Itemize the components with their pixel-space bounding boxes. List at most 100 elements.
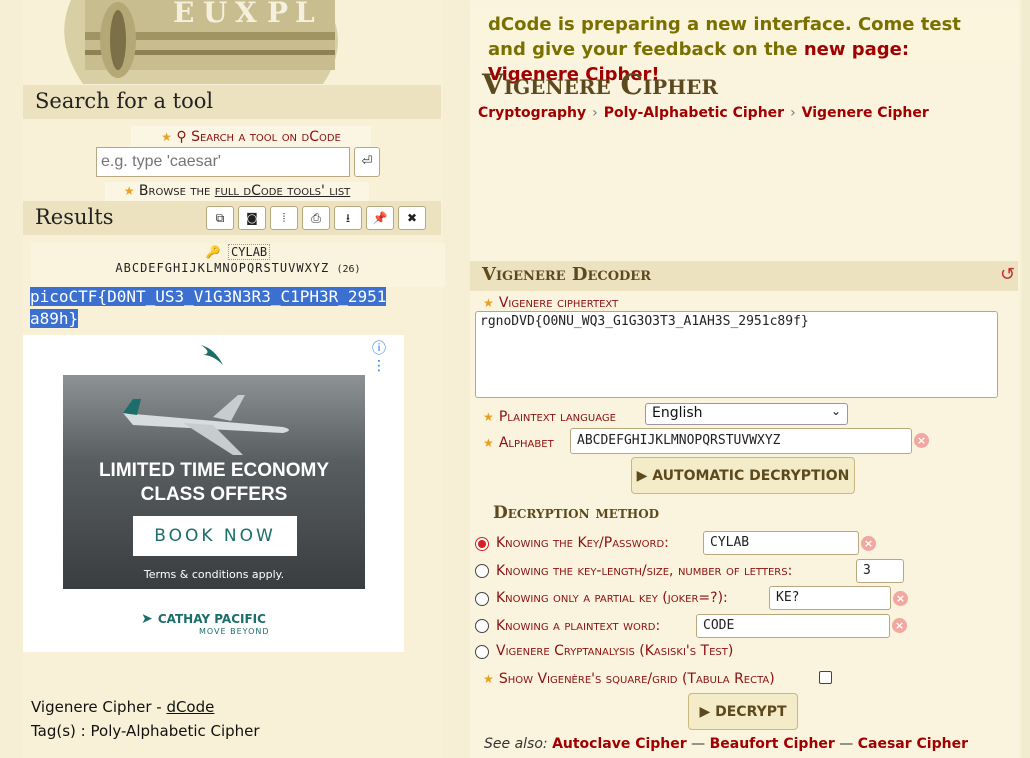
see-also-link[interactable]: Beaufort Cipher bbox=[710, 736, 835, 752]
page-scrollbar[interactable] bbox=[1022, 0, 1030, 758]
partial-key-input[interactable]: KE? bbox=[769, 586, 891, 610]
search-tool-label: Search a tool on dCode bbox=[191, 129, 341, 145]
download-button[interactable]: ⭳ bbox=[334, 206, 362, 230]
radio-cryptanalysis[interactable] bbox=[475, 645, 489, 659]
browse-list-link[interactable]: full dCode tools' list bbox=[215, 183, 351, 199]
show-grid-row: ★ Show Vigenère's square/grid (Tabula Re… bbox=[483, 668, 775, 687]
search-enter-button[interactable]: ⏎ bbox=[354, 147, 380, 177]
star-icon: ★ bbox=[483, 296, 494, 310]
option-cryptanalysis-label: Vigenere Cryptanalysis (Kasiski's Test) bbox=[496, 643, 734, 659]
chevron-down-icon: ⌄ bbox=[830, 404, 841, 418]
columns-button[interactable]: ⦙ bbox=[270, 206, 298, 230]
advertisement[interactable]: ⓘ ⋮ LIMITED TIME ECONOMY CLASS OFFERS BO… bbox=[23, 335, 404, 652]
radio-plaintext-word[interactable] bbox=[475, 619, 489, 633]
search-tool-link[interactable]: ★ ⚲ Search a tool on dCode bbox=[131, 126, 371, 148]
page-title: Vigenere Cipher bbox=[482, 68, 718, 101]
chevron-right-icon: › bbox=[790, 105, 796, 121]
language-select[interactable]: English ⌄ bbox=[645, 403, 848, 425]
language-value: English bbox=[652, 405, 703, 421]
ad-headline-1: LIMITED TIME ECONOMY bbox=[98, 460, 330, 481]
airline-logo-icon bbox=[201, 345, 223, 365]
browse-tools-link[interactable]: ★ Browse the full dCode tools' list bbox=[105, 182, 369, 201]
breadcrumb-item[interactable]: Poly-Alphabetic Cipher bbox=[604, 105, 784, 121]
result-alphabet: ABCDEFGHIJKLMNOPQRSTUVWXYZ bbox=[115, 261, 330, 275]
reset-icon[interactable]: ↺ bbox=[1000, 264, 1015, 285]
print-button[interactable]: ⎙ bbox=[302, 206, 330, 230]
clear-key-icon[interactable]: × bbox=[861, 536, 876, 551]
breadcrumb-item[interactable]: Vigenere Cipher bbox=[802, 105, 929, 121]
clear-partial-key-icon[interactable]: × bbox=[893, 591, 908, 606]
star-icon: ★ bbox=[483, 672, 494, 686]
option-partial-key-label: Knowing only a partial key (joker=?): bbox=[496, 590, 728, 606]
ad-brand-name: CATHAY PACIFIC bbox=[157, 612, 266, 626]
language-label-row: ★ Plaintext language bbox=[483, 406, 616, 425]
ciphertext-textarea[interactable]: rgnoDVD{O0NU_WQ3_G1G3O3T3_A1AH3S_2951c89… bbox=[475, 311, 998, 398]
ad-brand: ➤ CATHAY PACIFIC MOVE BEYOND bbox=[141, 608, 301, 636]
ad-photo: LIMITED TIME ECONOMY CLASS OFFERS BOOK N… bbox=[63, 375, 365, 589]
clear-plaintext-word-icon[interactable]: × bbox=[892, 618, 907, 633]
radio-known-key[interactable] bbox=[475, 537, 489, 551]
option-key-length-label: Knowing the key-length/size, number of l… bbox=[496, 563, 793, 579]
search-heading: Search for a tool bbox=[23, 85, 441, 119]
browse-prefix: Browse the bbox=[138, 183, 211, 199]
star-icon: ★ bbox=[161, 130, 172, 144]
decryption-method-heading: Decryption method bbox=[493, 503, 660, 523]
language-label: Plaintext language bbox=[498, 409, 616, 425]
radio-partial-key[interactable] bbox=[475, 592, 489, 606]
result-alphabet-count: (26) bbox=[336, 264, 361, 275]
footer-title: Vigenere Cipher - bbox=[31, 698, 167, 716]
left-column: EUXPL Search for a tool ★ ⚲ Search a too… bbox=[23, 0, 445, 758]
see-also-link[interactable]: Autoclave Cipher bbox=[552, 736, 687, 752]
brand-logo-icon: ➤ bbox=[141, 611, 153, 627]
result-key-box: 🔑 CYLAB ABCDEFGHIJKLMNOPQRSTUVWXYZ (26) bbox=[31, 243, 445, 287]
footer-tags: Tag(s) : Poly-Alphabetic Cipher bbox=[31, 722, 260, 740]
result-key: CYLAB bbox=[228, 244, 271, 260]
key-input[interactable]: CYLAB bbox=[703, 531, 859, 555]
cryptex-logo-icon: EUXPL bbox=[64, 0, 338, 84]
screenshot-button[interactable]: ◙ bbox=[238, 206, 266, 230]
breadcrumb: Cryptography › Poly-Alphabetic Cipher › Vige… bbox=[478, 105, 929, 121]
ad-tagline: MOVE BEYOND bbox=[199, 627, 270, 636]
svg-text:P: P bbox=[267, 0, 288, 29]
footer-info: Vigenere Cipher - dCode Tag(s) : Poly-Al… bbox=[31, 698, 441, 740]
search-input[interactable] bbox=[96, 147, 350, 177]
breadcrumb-item[interactable]: Cryptography bbox=[478, 105, 586, 121]
result-plaintext[interactable]: picoCTF{D0NT_US3_V1G3N3R3_C1PH3R_2951 a8… bbox=[30, 286, 448, 330]
decrypt-button[interactable]: ▶ DECRYPT bbox=[688, 693, 798, 730]
new-interface-notice: dCode is preparing a new interface. Come… bbox=[470, 8, 1018, 85]
ad-headline-2: CLASS OFFERS bbox=[140, 484, 288, 505]
chevron-right-icon: › bbox=[592, 105, 598, 121]
plaintext-word-input[interactable]: CODE bbox=[696, 614, 890, 638]
close-button[interactable]: ✖ bbox=[398, 206, 426, 230]
alphabet-label-row: ★ Alphabet bbox=[483, 432, 554, 451]
dcode-logo[interactable]: EUXPL bbox=[23, 0, 443, 84]
footer-dcode-link[interactable]: dCode bbox=[166, 698, 214, 716]
pin-button[interactable]: 📌 bbox=[366, 206, 394, 230]
option-known-key-label: Knowing the Key/Password: bbox=[496, 535, 669, 551]
see-also: See also: Autoclave Cipher — Beaufort Ci… bbox=[484, 736, 968, 752]
svg-text:E: E bbox=[173, 0, 194, 29]
ad-space bbox=[470, 128, 1018, 258]
show-grid-checkbox[interactable] bbox=[819, 671, 832, 684]
key-length-input[interactable]: 3 bbox=[856, 559, 904, 583]
ad-book-now-button[interactable]: BOOK NOW bbox=[133, 516, 297, 556]
star-icon: ★ bbox=[483, 436, 494, 450]
right-column: dCode is preparing a new interface. Come… bbox=[470, 0, 1020, 758]
alphabet-input[interactable]: ABCDEFGHIJKLMNOPQRSTUVWXYZ bbox=[570, 428, 912, 454]
ad-info-icon[interactable]: ⓘ ⋮ bbox=[372, 338, 404, 374]
key-icon: 🔑 bbox=[205, 245, 221, 259]
automatic-decryption-button[interactable]: ▶ AUTOMATIC DECRYPTION bbox=[631, 457, 855, 494]
see-also-link[interactable]: Caesar Cipher bbox=[858, 736, 968, 752]
ciphertext-label: Vigenere ciphertext bbox=[498, 295, 619, 311]
result-line-2: a89h} bbox=[30, 309, 79, 328]
star-icon: ★ bbox=[483, 410, 494, 424]
magnifier-icon: ⚲ bbox=[176, 129, 187, 145]
copy-button[interactable]: ⧉ bbox=[206, 206, 234, 230]
clear-alphabet-icon[interactable]: × bbox=[914, 433, 929, 448]
svg-text:X: X bbox=[235, 0, 257, 29]
result-line-1: picoCTF{D0NT_US3_V1G3N3R3_C1PH3R_2951 bbox=[30, 287, 387, 306]
radio-key-length[interactable] bbox=[475, 564, 489, 578]
svg-text:L: L bbox=[295, 0, 315, 29]
ad-terms: Terms & conditions apply. bbox=[143, 568, 285, 581]
alphabet-label: Alphabet bbox=[498, 435, 554, 451]
